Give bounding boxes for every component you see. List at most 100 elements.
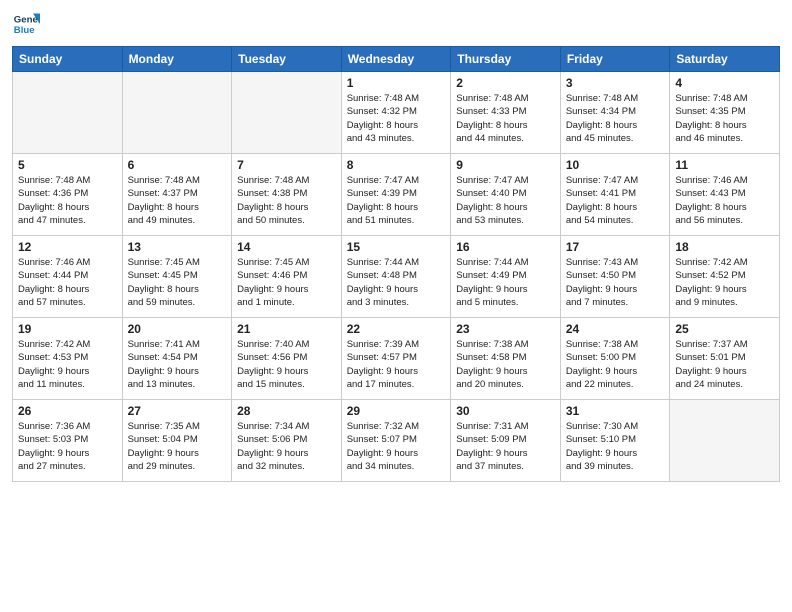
day-number: 7 <box>237 158 336 172</box>
day-info: Sunrise: 7:31 AM Sunset: 5:09 PM Dayligh… <box>456 420 555 473</box>
calendar-table: SundayMondayTuesdayWednesdayThursdayFrid… <box>12 46 780 482</box>
calendar-cell: 24Sunrise: 7:38 AM Sunset: 5:00 PM Dayli… <box>560 318 670 400</box>
weekday-header-sunday: Sunday <box>13 47 123 72</box>
calendar-week-row: 5 Sunrise: 7:48 AM Sunset: 4:36 PM Daylig… <box>13 154 780 236</box>
day-info: Sunrise: 7:30 AM Sunset: 5:10 PM Dayligh… <box>566 420 665 473</box>
day-number: 14 <box>237 240 336 254</box>
calendar-cell: 31Sunrise: 7:30 AM Sunset: 5:10 PM Dayli… <box>560 400 670 482</box>
day-number: 12 <box>18 240 117 254</box>
page-container: General Blue SundayMondayTuesdayWednesda… <box>0 0 792 612</box>
calendar-cell: 20 Sunrise: 7:41 AM Sunset: 4:54 PM Dayli… <box>122 318 232 400</box>
calendar-cell: 27 Sunrise: 7:35 AM Sunset: 5:04 PM Dayli… <box>122 400 232 482</box>
day-number: 28 <box>237 404 336 418</box>
day-number: 20 <box>128 322 227 336</box>
day-info: Sunrise: 7:48 AM Sunset: 4:36 PM Dayligh… <box>18 174 117 227</box>
header: General Blue <box>12 10 780 38</box>
day-number: 10 <box>566 158 665 172</box>
calendar-week-row: 12 Sunrise: 7:46 AM Sunset: 4:44 PM Dayli… <box>13 236 780 318</box>
weekday-header-friday: Friday <box>560 47 670 72</box>
day-info: Sunrise: 7:34 AM Sunset: 5:06 PM Dayligh… <box>237 420 336 473</box>
svg-text:Blue: Blue <box>14 25 35 36</box>
calendar-cell: 14 Sunrise: 7:45 AM Sunset: 4:46 PM Dayli… <box>232 236 342 318</box>
calendar-cell: 6 Sunrise: 7:48 AM Sunset: 4:37 PM Daylig… <box>122 154 232 236</box>
logo: General Blue <box>12 10 44 38</box>
day-info: Sunrise: 7:43 AM Sunset: 4:50 PM Dayligh… <box>566 256 665 309</box>
calendar-cell: 21Sunrise: 7:40 AM Sunset: 4:56 PM Dayli… <box>232 318 342 400</box>
day-info: Sunrise: 7:39 AM Sunset: 4:57 PM Dayligh… <box>347 338 446 391</box>
day-number: 1 <box>347 76 446 90</box>
calendar-cell: 19Sunrise: 7:42 AM Sunset: 4:53 PM Dayli… <box>13 318 123 400</box>
day-number: 30 <box>456 404 555 418</box>
day-info: Sunrise: 7:48 AM Sunset: 4:34 PM Dayligh… <box>566 92 665 145</box>
day-info: Sunrise: 7:42 AM Sunset: 4:52 PM Dayligh… <box>675 256 774 309</box>
day-info: Sunrise: 7:45 AM Sunset: 4:46 PM Dayligh… <box>237 256 336 309</box>
calendar-cell: 4 Sunrise: 7:48 AM Sunset: 4:35 PM Daylig… <box>670 72 780 154</box>
day-info: Sunrise: 7:47 AM Sunset: 4:40 PM Dayligh… <box>456 174 555 227</box>
calendar-cell: 26Sunrise: 7:36 AM Sunset: 5:03 PM Dayli… <box>13 400 123 482</box>
calendar-cell: 17 Sunrise: 7:43 AM Sunset: 4:50 PM Dayli… <box>560 236 670 318</box>
day-number: 17 <box>566 240 665 254</box>
day-info: Sunrise: 7:44 AM Sunset: 4:49 PM Dayligh… <box>456 256 555 309</box>
day-info: Sunrise: 7:47 AM Sunset: 4:39 PM Dayligh… <box>347 174 446 227</box>
day-number: 19 <box>18 322 117 336</box>
calendar-cell: 13 Sunrise: 7:45 AM Sunset: 4:45 PM Dayli… <box>122 236 232 318</box>
day-info: Sunrise: 7:48 AM Sunset: 4:38 PM Dayligh… <box>237 174 336 227</box>
day-number: 23 <box>456 322 555 336</box>
day-number: 29 <box>347 404 446 418</box>
logo-icon: General Blue <box>12 10 40 38</box>
day-info: Sunrise: 7:48 AM Sunset: 4:35 PM Dayligh… <box>675 92 774 145</box>
calendar-cell: 12 Sunrise: 7:46 AM Sunset: 4:44 PM Dayli… <box>13 236 123 318</box>
weekday-header-row: SundayMondayTuesdayWednesdayThursdayFrid… <box>13 47 780 72</box>
calendar-week-row: 19Sunrise: 7:42 AM Sunset: 4:53 PM Dayli… <box>13 318 780 400</box>
calendar-cell: 30 Sunrise: 7:31 AM Sunset: 5:09 PM Dayli… <box>451 400 561 482</box>
day-number: 11 <box>675 158 774 172</box>
calendar-cell: 1 Sunrise: 7:48 AM Sunset: 4:32 PM Daylig… <box>341 72 451 154</box>
day-info: Sunrise: 7:46 AM Sunset: 4:44 PM Dayligh… <box>18 256 117 309</box>
calendar-cell: 22 Sunrise: 7:39 AM Sunset: 4:57 PM Dayli… <box>341 318 451 400</box>
weekday-header-thursday: Thursday <box>451 47 561 72</box>
day-number: 22 <box>347 322 446 336</box>
calendar-cell: 3 Sunrise: 7:48 AM Sunset: 4:34 PM Daylig… <box>560 72 670 154</box>
day-info: Sunrise: 7:48 AM Sunset: 4:32 PM Dayligh… <box>347 92 446 145</box>
calendar-cell: 23Sunrise: 7:38 AM Sunset: 4:58 PM Dayli… <box>451 318 561 400</box>
calendar-cell: 18 Sunrise: 7:42 AM Sunset: 4:52 PM Dayli… <box>670 236 780 318</box>
day-number: 5 <box>18 158 117 172</box>
calendar-cell: 2Sunrise: 7:48 AM Sunset: 4:33 PM Daylig… <box>451 72 561 154</box>
calendar-cell: 5 Sunrise: 7:48 AM Sunset: 4:36 PM Daylig… <box>13 154 123 236</box>
calendar-cell: 28 Sunrise: 7:34 AM Sunset: 5:06 PM Dayli… <box>232 400 342 482</box>
calendar-week-row: 1 Sunrise: 7:48 AM Sunset: 4:32 PM Daylig… <box>13 72 780 154</box>
weekday-header-wednesday: Wednesday <box>341 47 451 72</box>
calendar-week-row: 26Sunrise: 7:36 AM Sunset: 5:03 PM Dayli… <box>13 400 780 482</box>
day-number: 9 <box>456 158 555 172</box>
day-number: 24 <box>566 322 665 336</box>
calendar-cell <box>13 72 123 154</box>
calendar-cell: 10Sunrise: 7:47 AM Sunset: 4:41 PM Dayli… <box>560 154 670 236</box>
day-number: 18 <box>675 240 774 254</box>
day-info: Sunrise: 7:44 AM Sunset: 4:48 PM Dayligh… <box>347 256 446 309</box>
calendar-cell <box>670 400 780 482</box>
day-number: 27 <box>128 404 227 418</box>
calendar-cell <box>122 72 232 154</box>
day-number: 3 <box>566 76 665 90</box>
day-number: 4 <box>675 76 774 90</box>
calendar-cell: 9 Sunrise: 7:47 AM Sunset: 4:40 PM Daylig… <box>451 154 561 236</box>
weekday-header-tuesday: Tuesday <box>232 47 342 72</box>
day-number: 8 <box>347 158 446 172</box>
day-info: Sunrise: 7:41 AM Sunset: 4:54 PM Dayligh… <box>128 338 227 391</box>
day-info: Sunrise: 7:35 AM Sunset: 5:04 PM Dayligh… <box>128 420 227 473</box>
weekday-header-saturday: Saturday <box>670 47 780 72</box>
day-number: 6 <box>128 158 227 172</box>
calendar-cell: 8 Sunrise: 7:47 AM Sunset: 4:39 PM Daylig… <box>341 154 451 236</box>
calendar-cell: 25Sunrise: 7:37 AM Sunset: 5:01 PM Dayli… <box>670 318 780 400</box>
day-number: 13 <box>128 240 227 254</box>
day-number: 2 <box>456 76 555 90</box>
day-number: 16 <box>456 240 555 254</box>
day-info: Sunrise: 7:48 AM Sunset: 4:37 PM Dayligh… <box>128 174 227 227</box>
day-number: 21 <box>237 322 336 336</box>
day-info: Sunrise: 7:37 AM Sunset: 5:01 PM Dayligh… <box>675 338 774 391</box>
day-info: Sunrise: 7:45 AM Sunset: 4:45 PM Dayligh… <box>128 256 227 309</box>
calendar-cell: 16 Sunrise: 7:44 AM Sunset: 4:49 PM Dayli… <box>451 236 561 318</box>
calendar-cell: 29Sunrise: 7:32 AM Sunset: 5:07 PM Dayli… <box>341 400 451 482</box>
calendar-cell: 7 Sunrise: 7:48 AM Sunset: 4:38 PM Daylig… <box>232 154 342 236</box>
day-info: Sunrise: 7:36 AM Sunset: 5:03 PM Dayligh… <box>18 420 117 473</box>
